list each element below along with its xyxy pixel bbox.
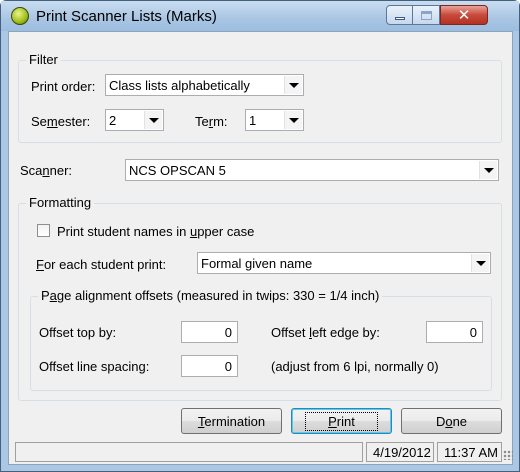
chevron-down-icon[interactable] xyxy=(284,76,302,94)
status-message xyxy=(15,442,363,462)
resize-grip-icon[interactable] xyxy=(503,450,513,460)
term-select[interactable]: 1 xyxy=(245,109,304,131)
scanner-select[interactable]: NCS OPSCAN 5 xyxy=(125,159,499,181)
offsets-group: Page alignment offsets (measured in twip… xyxy=(30,288,492,391)
offset-top-label: Offset top by: xyxy=(39,325,117,340)
close-icon: ✕ xyxy=(457,7,471,24)
offset-top-input[interactable]: 0 xyxy=(181,321,238,343)
print-order-label: Print order: xyxy=(31,79,96,94)
offset-line-label: Offset line spacing: xyxy=(39,359,150,374)
formatting-group-label: Formatting xyxy=(26,195,95,210)
each-student-select[interactable]: Formal given name xyxy=(197,252,491,274)
offset-line-input[interactable]: 0 xyxy=(181,355,238,377)
chevron-down-icon[interactable] xyxy=(284,111,302,129)
offset-left-label: Offset left edge by: xyxy=(271,325,380,340)
dialog-window: Print Scanner Lists (Marks) ✕ Filter Pri… xyxy=(0,0,520,472)
print-order-value: Class lists alphabetically xyxy=(109,78,250,93)
minimize-button[interactable] xyxy=(386,5,413,25)
each-student-value: Formal given name xyxy=(201,256,313,271)
status-time: 11:37 AM xyxy=(437,442,502,462)
formatting-group: Formatting Print student names in upper … xyxy=(18,195,502,401)
done-button[interactable]: Done xyxy=(401,408,502,434)
semester-select[interactable]: 2 xyxy=(105,109,164,131)
minimize-icon xyxy=(394,16,405,20)
print-button-label: Print xyxy=(305,411,378,431)
app-icon xyxy=(11,7,29,25)
dialog-body: Filter Print order: Class lists alphabet… xyxy=(8,31,513,465)
termination-button[interactable]: Termination xyxy=(181,408,282,434)
close-button[interactable]: ✕ xyxy=(440,5,488,25)
termination-button-label: Termination xyxy=(197,413,266,429)
offset-line-note: (adjust from 6 lpi, normally 0) xyxy=(271,359,439,374)
title-bar[interactable]: Print Scanner Lists (Marks) ✕ xyxy=(1,1,519,31)
uppercase-label[interactable]: Print student names in upper case xyxy=(57,224,254,239)
offsets-group-label: Page alignment offsets (measured in twip… xyxy=(38,288,383,303)
filter-group: Filter Print order: Class lists alphabet… xyxy=(18,52,502,143)
semester-value: 2 xyxy=(109,113,117,128)
print-button[interactable]: Print xyxy=(291,408,392,434)
maximize-button[interactable] xyxy=(413,5,440,25)
each-student-label: For each student print: xyxy=(36,257,167,272)
chevron-down-icon[interactable] xyxy=(144,111,162,129)
filter-group-label: Filter xyxy=(26,52,61,67)
scanner-label: Scanner: xyxy=(20,163,73,178)
semester-label: Semester: xyxy=(31,114,91,129)
done-button-label: Done xyxy=(435,413,468,429)
chevron-down-icon[interactable] xyxy=(471,254,489,272)
maximize-icon xyxy=(420,10,432,20)
print-order-select[interactable]: Class lists alphabetically xyxy=(105,74,304,96)
offset-left-input[interactable]: 0 xyxy=(426,321,483,343)
term-label: Term: xyxy=(195,114,228,129)
term-value: 1 xyxy=(249,113,257,128)
scanner-value: NCS OPSCAN 5 xyxy=(129,163,226,178)
uppercase-checkbox[interactable] xyxy=(37,224,50,237)
status-date: 4/19/2012 xyxy=(366,442,434,462)
chevron-down-icon[interactable] xyxy=(479,161,497,179)
window-title: Print Scanner Lists (Marks) xyxy=(36,8,217,25)
